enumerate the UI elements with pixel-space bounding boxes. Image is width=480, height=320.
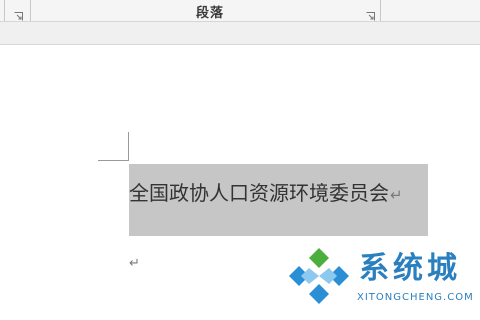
watermark-title: 系统城 bbox=[359, 251, 461, 286]
paragraph-dialog-launcher-icon[interactable] bbox=[366, 6, 375, 21]
selected-text-content: 全国政协人口资源环境委员会↵ bbox=[129, 179, 403, 209]
watermark: 系统城 XITONGCHENG.COM bbox=[285, 244, 480, 320]
margin-corner-mark-horizontal bbox=[98, 160, 128, 161]
ruler-bar bbox=[0, 22, 480, 45]
dialog-launcher-icon[interactable] bbox=[14, 6, 23, 21]
ribbon-group-separator bbox=[30, 0, 31, 21]
selected-text-line[interactable]: 全国政协人口资源环境委员会↵ bbox=[129, 164, 428, 236]
xitongcheng-logo-icon bbox=[289, 248, 349, 304]
heading-text: 全国政协人口资源环境委员会 bbox=[129, 181, 389, 205]
paragraph-mark-icon: ↵ bbox=[390, 186, 403, 204]
watermark-url: XITONGCHENG.COM bbox=[357, 292, 474, 303]
ribbon: 段落 bbox=[0, 0, 480, 22]
margin-corner-mark-vertical bbox=[128, 132, 129, 161]
paragraph-group-label: 段落 bbox=[195, 6, 224, 21]
ribbon-group-separator bbox=[4, 0, 5, 21]
empty-paragraph-mark-icon[interactable]: ↵ bbox=[129, 256, 140, 271]
ribbon-group-separator bbox=[380, 0, 381, 21]
